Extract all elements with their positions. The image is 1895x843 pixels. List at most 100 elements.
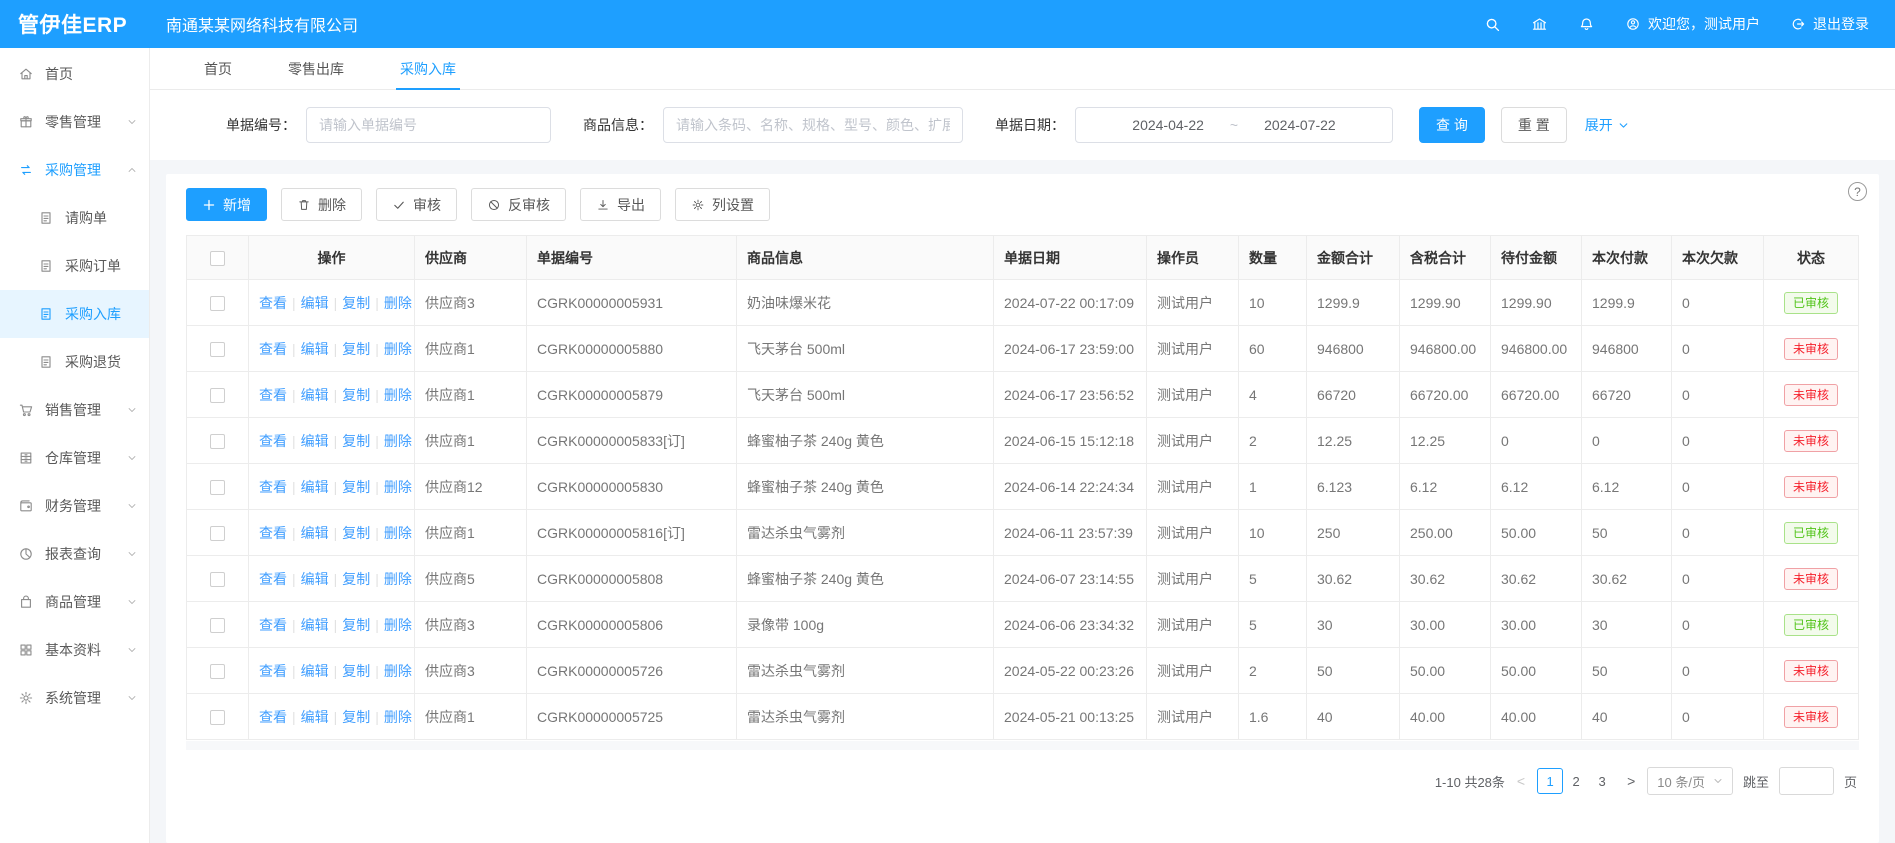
page-button-2[interactable]: 2 [1563, 768, 1589, 794]
row-action-edit[interactable]: 编辑 [301, 341, 329, 357]
row-checkbox[interactable] [210, 480, 225, 495]
cell-operator: 测试用户 [1147, 418, 1239, 464]
help-icon[interactable]: ? [1848, 182, 1867, 201]
row-action-edit[interactable]: 编辑 [301, 387, 329, 403]
row-action-delete[interactable]: 删除 [384, 663, 412, 679]
row-action-view[interactable]: 查看 [259, 479, 287, 495]
row-action-delete[interactable]: 删除 [384, 433, 412, 449]
sidebar-item-home[interactable]: 首页 [0, 50, 149, 98]
row-action-view[interactable]: 查看 [259, 663, 287, 679]
sidebar-item-retail-mgmt[interactable]: 零售管理 [0, 98, 149, 146]
row-checkbox[interactable] [210, 388, 225, 403]
date-from-value[interactable]: 2024-04-22 [1132, 117, 1204, 133]
row-action-delete[interactable]: 删除 [384, 295, 412, 311]
page-size-select[interactable]: 10 条/页 [1647, 767, 1733, 795]
sidebar-item-purchase-mgmt[interactable]: 采购管理 [0, 146, 149, 194]
audit-button[interactable]: 审核 [376, 188, 457, 221]
row-action-edit[interactable]: 编辑 [301, 433, 329, 449]
date-range-input[interactable]: 2024-04-22 ~ 2024-07-22 [1075, 107, 1393, 143]
tab-home[interactable]: 首页 [200, 48, 236, 89]
export-button[interactable]: 导出 [580, 188, 661, 221]
row-action-view[interactable]: 查看 [259, 433, 287, 449]
row-checkbox[interactable] [210, 526, 225, 541]
sidebar-item-sales-mgmt[interactable]: 销售管理 [0, 386, 149, 434]
row-checkbox[interactable] [210, 618, 225, 633]
sidebar-item-purchase-return[interactable]: 采购退货 [0, 338, 149, 386]
row-checkbox[interactable] [210, 434, 225, 449]
row-action-view[interactable]: 查看 [259, 617, 287, 633]
row-checkbox[interactable] [210, 572, 225, 587]
bank-icon[interactable] [1531, 16, 1548, 33]
sidebar-item-purchase-request[interactable]: 请购单 [0, 194, 149, 242]
row-action-view[interactable]: 查看 [259, 295, 287, 311]
horizontal-scrollbar[interactable] [186, 741, 1859, 750]
row-action-copy[interactable]: 复制 [342, 479, 370, 495]
reset-button[interactable]: 重 置 [1501, 107, 1567, 143]
add-button[interactable]: 新增 [186, 188, 267, 221]
row-action-copy[interactable]: 复制 [342, 433, 370, 449]
delete-button[interactable]: 删除 [281, 188, 362, 221]
action-separator: | [375, 571, 379, 587]
sidebar-item-goods-mgmt[interactable]: 商品管理 [0, 578, 149, 626]
expand-link[interactable]: 展开 [1585, 115, 1629, 135]
row-action-delete[interactable]: 删除 [384, 571, 412, 587]
row-action-edit[interactable]: 编辑 [301, 617, 329, 633]
sidebar-item-basic-data[interactable]: 基本资料 [0, 626, 149, 674]
sidebar-item-report-query[interactable]: 报表查询 [0, 530, 149, 578]
user-menu[interactable]: 欢迎您，测试用户 [1625, 14, 1760, 34]
row-action-copy[interactable]: 复制 [342, 663, 370, 679]
row-action-copy[interactable]: 复制 [342, 341, 370, 357]
logout-button[interactable]: 退出登录 [1790, 14, 1869, 34]
bell-icon[interactable] [1578, 16, 1595, 33]
row-action-copy[interactable]: 复制 [342, 709, 370, 725]
sidebar-item-finance-mgmt[interactable]: 财务管理 [0, 482, 149, 530]
unaudit-button[interactable]: 反审核 [471, 188, 566, 221]
row-action-edit[interactable]: 编辑 [301, 295, 329, 311]
row-action-delete[interactable]: 删除 [384, 525, 412, 541]
select-all-checkbox[interactable] [210, 251, 225, 266]
row-action-view[interactable]: 查看 [259, 709, 287, 725]
row-action-edit[interactable]: 编辑 [301, 525, 329, 541]
jump-page-input[interactable] [1779, 767, 1834, 795]
tab-purchase-inbound[interactable]: 采购入库 [396, 48, 460, 89]
row-checkbox[interactable] [210, 710, 225, 725]
search-button[interactable]: 查 询 [1419, 107, 1485, 143]
date-to-value[interactable]: 2024-07-22 [1264, 117, 1336, 133]
row-action-copy[interactable]: 复制 [342, 295, 370, 311]
row-checkbox[interactable] [210, 296, 225, 311]
row-action-delete[interactable]: 删除 [384, 387, 412, 403]
row-action-edit[interactable]: 编辑 [301, 479, 329, 495]
tab-retail-outbound[interactable]: 零售出库 [284, 48, 348, 89]
order-no-input[interactable] [306, 107, 551, 143]
prev-page-button[interactable]: < [1515, 773, 1527, 789]
app-logo[interactable]: 管伊佳ERP [0, 9, 150, 39]
row-action-edit[interactable]: 编辑 [301, 663, 329, 679]
row-action-copy[interactable]: 复制 [342, 617, 370, 633]
row-action-copy[interactable]: 复制 [342, 571, 370, 587]
row-checkbox[interactable] [210, 664, 225, 679]
cell-paid: 66720 [1582, 372, 1672, 418]
page-button-3[interactable]: 3 [1589, 768, 1615, 794]
page-button-1[interactable]: 1 [1537, 768, 1563, 794]
sidebar-item-purchase-order[interactable]: 采购订单 [0, 242, 149, 290]
search-icon[interactable] [1484, 16, 1501, 33]
row-action-delete[interactable]: 删除 [384, 479, 412, 495]
row-action-copy[interactable]: 复制 [342, 525, 370, 541]
row-action-copy[interactable]: 复制 [342, 387, 370, 403]
row-action-delete[interactable]: 删除 [384, 709, 412, 725]
row-action-view[interactable]: 查看 [259, 571, 287, 587]
row-checkbox[interactable] [210, 342, 225, 357]
sidebar-item-warehouse-mgmt[interactable]: 仓库管理 [0, 434, 149, 482]
row-action-delete[interactable]: 删除 [384, 617, 412, 633]
column-settings-button[interactable]: 列设置 [675, 188, 770, 221]
row-action-view[interactable]: 查看 [259, 387, 287, 403]
next-page-button[interactable]: > [1625, 773, 1637, 789]
row-action-edit[interactable]: 编辑 [301, 709, 329, 725]
sidebar-item-system-mgmt[interactable]: 系统管理 [0, 674, 149, 722]
row-action-edit[interactable]: 编辑 [301, 571, 329, 587]
row-action-delete[interactable]: 删除 [384, 341, 412, 357]
goods-info-input[interactable] [663, 107, 963, 143]
row-action-view[interactable]: 查看 [259, 341, 287, 357]
row-action-view[interactable]: 查看 [259, 525, 287, 541]
sidebar-item-purchase-inbound[interactable]: 采购入库 [0, 290, 149, 338]
